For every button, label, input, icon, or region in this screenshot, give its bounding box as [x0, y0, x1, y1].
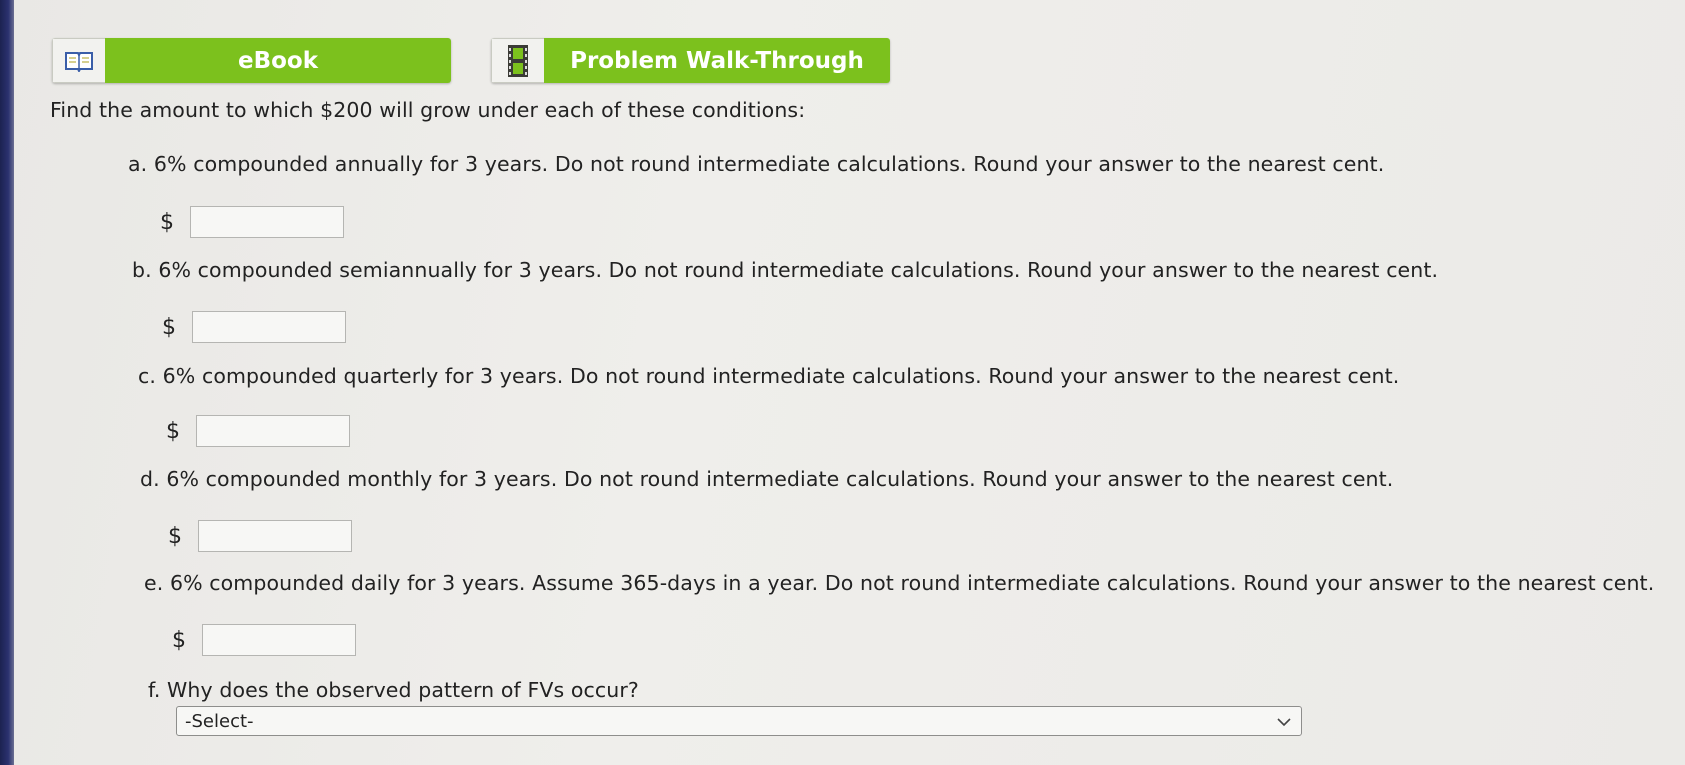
dollar-sign: $	[162, 314, 176, 340]
part-c-text: c. 6% compounded quarterly for 3 years. …	[138, 364, 1400, 388]
film-strip-icon	[491, 38, 544, 83]
question-intro: Find the amount to which $200 will grow …	[50, 98, 806, 122]
part-b-answer: $	[162, 311, 346, 343]
part-f-text: f. Why does the observed pattern of FVs …	[148, 678, 639, 702]
book-icon	[52, 38, 105, 83]
part-b-text: b. 6% compounded semiannually for 3 year…	[132, 258, 1439, 282]
question-page: eBook Problem Walk-Through Find the amou…	[0, 0, 1685, 765]
problem-walkthrough-label: Problem Walk-Through	[544, 38, 890, 83]
part-a-text: a. 6% compounded annually for 3 years. D…	[128, 152, 1385, 176]
problem-walkthrough-tab[interactable]: Problem Walk-Through	[491, 38, 890, 83]
part-f-select[interactable]: -Select-	[176, 706, 1302, 736]
part-e-input[interactable]	[202, 624, 356, 656]
dollar-sign: $	[160, 209, 174, 235]
part-d-text: d. 6% compounded monthly for 3 years. Do…	[140, 467, 1394, 491]
part-a-answer: $	[160, 206, 344, 238]
ebook-tab[interactable]: eBook	[52, 38, 451, 83]
part-b-input[interactable]	[192, 311, 346, 343]
part-d-answer: $	[168, 520, 352, 552]
part-e-answer: $	[172, 624, 356, 656]
resource-tabs: eBook Problem Walk-Through	[52, 38, 890, 83]
dollar-sign: $	[166, 418, 180, 444]
part-c-input[interactable]	[196, 415, 350, 447]
dollar-sign: $	[172, 627, 186, 653]
ebook-label: eBook	[105, 38, 451, 83]
screen-bezel	[0, 0, 14, 765]
select-value: -Select-	[185, 710, 254, 732]
part-e-text: e. 6% compounded daily for 3 years. Assu…	[144, 571, 1655, 595]
part-a-input[interactable]	[190, 206, 344, 238]
chevron-down-icon	[1277, 711, 1291, 732]
part-c-answer: $	[166, 415, 350, 447]
part-d-input[interactable]	[198, 520, 352, 552]
dollar-sign: $	[168, 523, 182, 549]
